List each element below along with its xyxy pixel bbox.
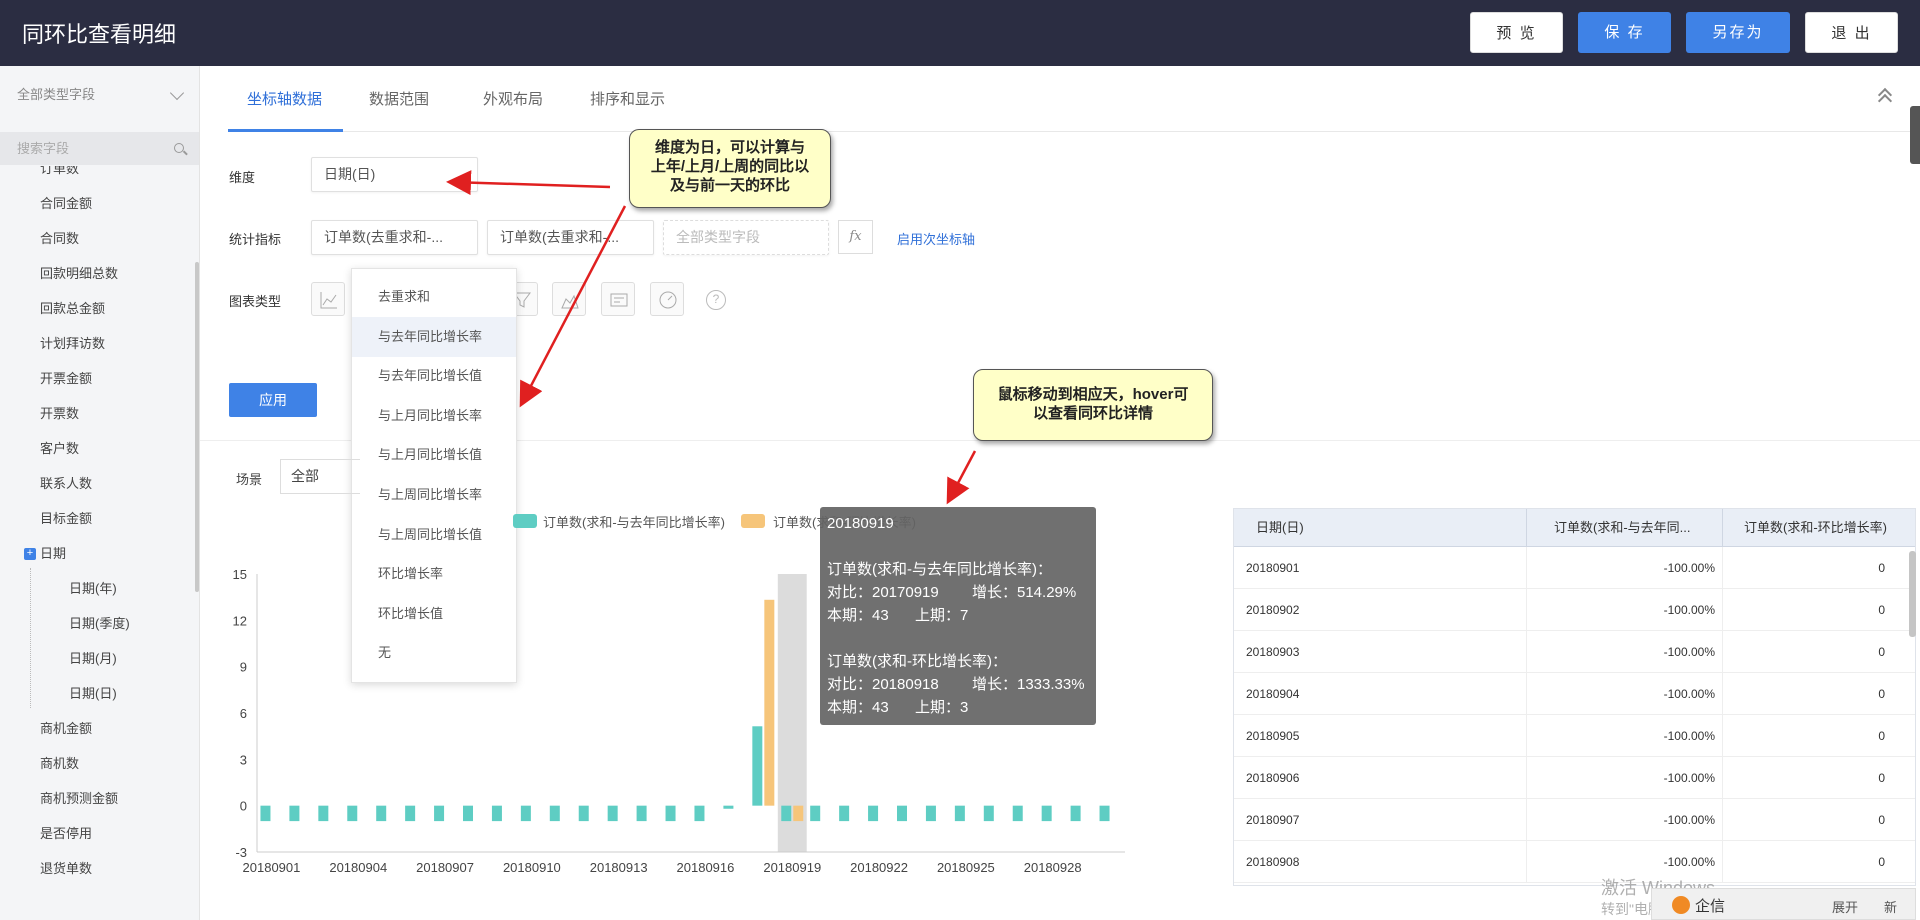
arrow-to-dropdown — [519, 205, 627, 408]
expand-button[interactable]: 展开 — [1832, 897, 1858, 916]
arrow-to-tooltip — [946, 450, 977, 505]
annotation-arrows — [446, 170, 977, 505]
refresh-button[interactable]: 新 — [1884, 897, 1897, 916]
chat-bar[interactable]: 企信 展开 新 — [1651, 888, 1916, 920]
arrow-to-dimension — [446, 170, 611, 196]
chat-icon[interactable] — [1672, 896, 1690, 914]
chat-label[interactable]: 企信 — [1695, 895, 1725, 916]
